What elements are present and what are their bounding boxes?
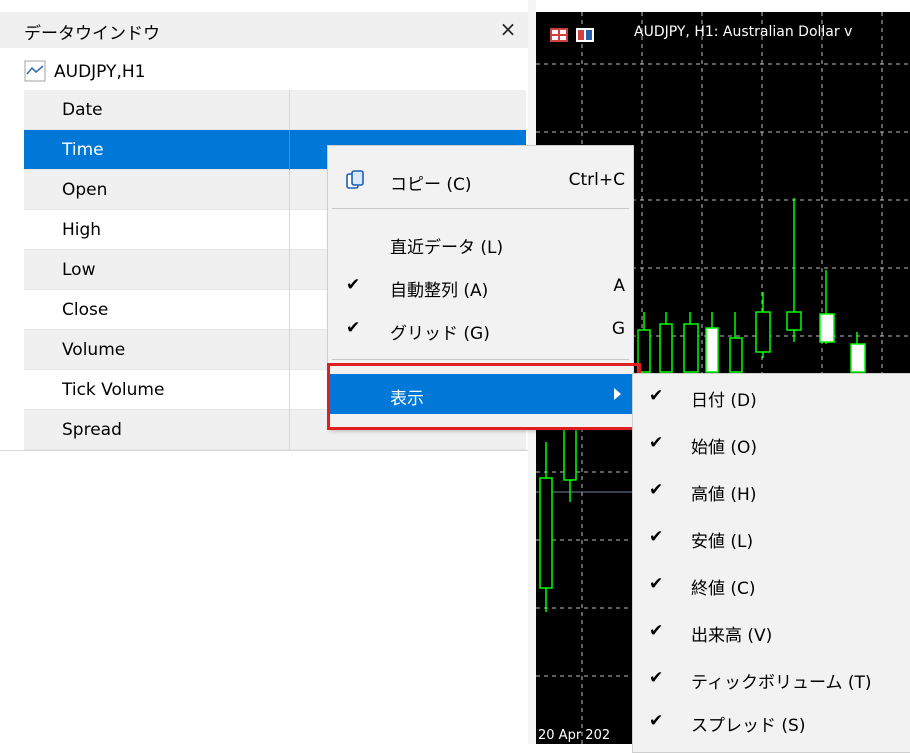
check-icon: ✔ — [649, 574, 664, 594]
submenu-item-label: 日付 (D) — [691, 391, 757, 411]
submenu-item-label: 終値 (C) — [691, 579, 756, 599]
row-label: Volume — [62, 340, 126, 360]
shortcut-label: A — [613, 276, 625, 296]
check-icon: ✔ — [649, 711, 664, 731]
date-axis-label: 20 Apr 202 — [538, 728, 611, 743]
chart-title: AUDJPY, H1: Australian Dollar v — [634, 24, 853, 40]
symbol-name: AUDJPY,H1 — [54, 62, 146, 82]
shortcut-label: G — [611, 319, 625, 339]
submenu-item-open[interactable]: ✔ 始値 (O) — [633, 421, 910, 469]
row-value — [289, 90, 526, 130]
row-label: High — [62, 220, 102, 240]
shortcut-label: Ctrl+C — [568, 170, 625, 190]
submenu-item-tick-volume[interactable]: ✔ ティックボリューム (T) — [633, 656, 910, 704]
menu-item-grid[interactable]: ✔ グリッド (G) G — [328, 309, 633, 349]
submenu-item-label: スプレッド (S) — [691, 716, 806, 736]
submenu-item-high[interactable]: ✔ 高値 (H) — [633, 468, 910, 516]
panel-header: データウインドウ × — [0, 12, 528, 48]
chart-title-icons — [550, 28, 594, 42]
data-row-date[interactable]: Date — [24, 90, 526, 130]
submenu-item-label: 高値 (H) — [691, 485, 757, 505]
submenu-item-date[interactable]: ✔ 日付 (D) — [633, 374, 910, 422]
menu-item-copy[interactable]: コピー (C) Ctrl+C — [328, 160, 633, 200]
row-label: Spread — [62, 420, 122, 440]
close-icon[interactable]: × — [495, 16, 521, 42]
submenu-item-low[interactable]: ✔ 安値 (L) — [633, 515, 910, 563]
submenu-item-label: 出来高 (V) — [691, 626, 773, 646]
divider — [0, 450, 528, 451]
menu-item-display[interactable]: 表示 — [328, 374, 633, 414]
display-submenu: ✔ 日付 (D) ✔ 始値 (O) ✔ 高値 (H) ✔ 安値 (L) ✔ 終値… — [632, 373, 910, 753]
menu-item-label: コピー (C) — [390, 175, 472, 195]
submenu-item-label: 安値 (L) — [691, 532, 754, 552]
submenu-arrow-icon — [614, 388, 621, 400]
check-icon: ✔ — [649, 480, 664, 500]
check-icon: ✔ — [346, 275, 361, 295]
menu-separator — [332, 208, 629, 209]
menu-item-label: 表示 — [390, 389, 424, 409]
submenu-item-close[interactable]: ✔ 終値 (C) — [633, 562, 910, 610]
copy-icon — [346, 170, 364, 189]
check-icon: ✔ — [649, 621, 664, 641]
row-label: Open — [62, 180, 108, 200]
menu-item-label: 直近データ (L) — [390, 238, 504, 258]
row-label: Time — [62, 140, 104, 160]
context-menu: コピー (C) Ctrl+C 直近データ (L) ✔ 自動整列 (A) A ✔ … — [327, 145, 634, 428]
check-icon: ✔ — [346, 318, 361, 338]
submenu-item-label: 始値 (O) — [691, 438, 758, 458]
row-label: Date — [62, 100, 103, 120]
line-chart-icon — [24, 60, 46, 82]
check-icon: ✔ — [649, 386, 664, 406]
menu-item-label: 自動整列 (A) — [390, 281, 489, 301]
submenu-item-label: ティックボリューム (T) — [691, 673, 872, 693]
symbol-row[interactable]: AUDJPY,H1 — [0, 54, 528, 90]
panel-title: データウインドウ — [24, 24, 160, 44]
menu-separator — [332, 359, 629, 360]
check-icon: ✔ — [649, 668, 664, 688]
row-label: Close — [62, 300, 109, 320]
row-label: Tick Volume — [62, 380, 165, 400]
check-icon: ✔ — [649, 527, 664, 547]
row-label: Low — [62, 260, 96, 280]
menu-item-label: グリッド (G) — [390, 324, 490, 344]
check-icon: ✔ — [649, 433, 664, 453]
submenu-item-volume[interactable]: ✔ 出来高 (V) — [633, 609, 910, 657]
menu-item-auto-arrange[interactable]: ✔ 自動整列 (A) A — [328, 266, 633, 306]
menu-item-recent-data[interactable]: 直近データ (L) — [328, 223, 633, 263]
submenu-item-spread[interactable]: ✔ スプレッド (S) — [633, 699, 910, 747]
